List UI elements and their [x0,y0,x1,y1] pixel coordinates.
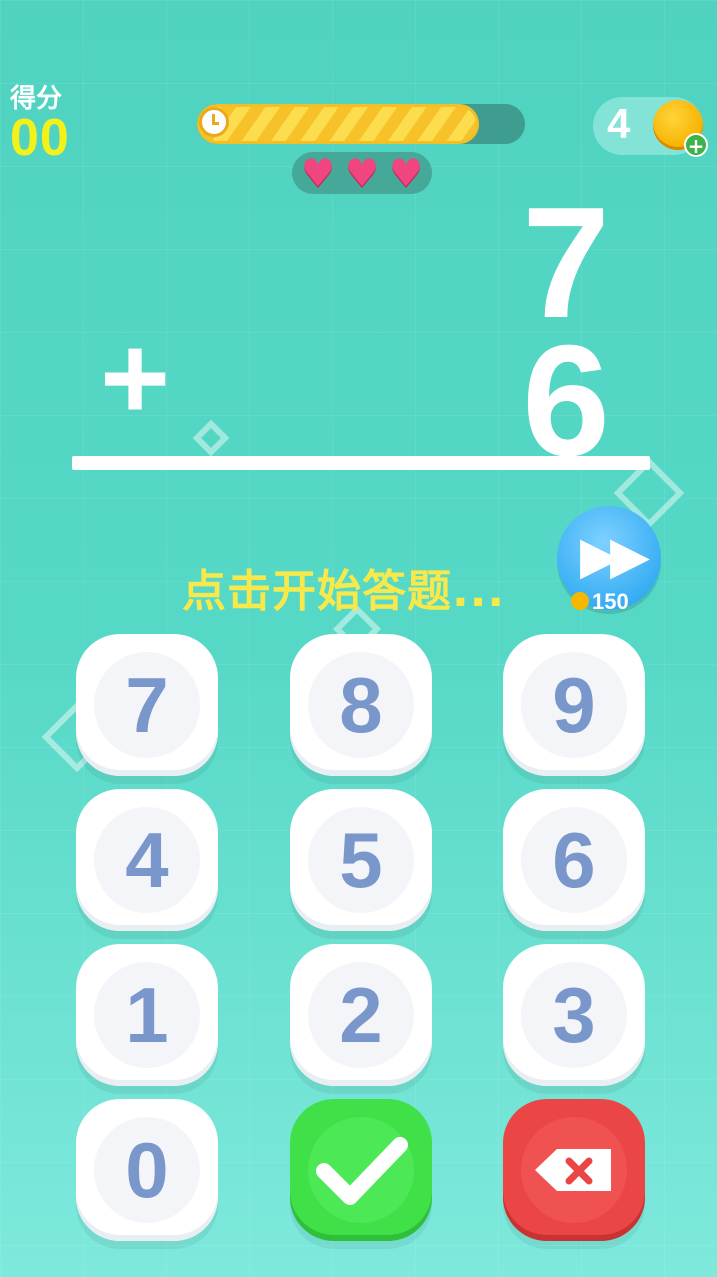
timer-bar [197,104,525,144]
key-label: 0 [125,1126,169,1214]
key-0[interactable]: 0 [76,1099,218,1241]
operator: + [100,311,171,445]
key-8[interactable]: 8 [290,634,432,776]
key-2[interactable]: 2 [290,944,432,1086]
fast-forward-icon: ▶▶ [580,526,650,586]
key-label: 8 [339,661,383,749]
timer-fill [197,104,480,144]
start-prompt[interactable]: 点击开始答题... [182,555,505,619]
equation-divider [72,456,650,470]
key-9[interactable]: 9 [503,634,645,776]
key-label: 4 [125,816,169,904]
key-label: 7 [125,661,169,749]
key-label: 9 [552,661,596,749]
delete-button[interactable] [503,1099,645,1241]
key-label: 2 [339,971,383,1059]
score-value: 00 [10,109,70,167]
key-label: 1 [125,971,169,1059]
heart-icon: ♥ [300,151,336,195]
key-3[interactable]: 3 [503,944,645,1086]
key-5[interactable]: 5 [290,789,432,931]
key-label: 6 [552,816,596,904]
check-icon [316,1137,408,1205]
coin-count: 4 [607,100,631,147]
confirm-button[interactable] [290,1099,432,1241]
skip-cost: 150 [592,589,629,614]
heart-icon: ♥ [344,151,380,195]
coin-icon [571,592,589,610]
key-label: 5 [339,816,383,904]
decor-diamond [192,419,230,457]
clock-icon [199,107,229,137]
key-6[interactable]: 6 [503,789,645,931]
key-4[interactable]: 4 [76,789,218,931]
add-coins-icon[interactable]: + [684,133,708,157]
backspace-icon [535,1149,611,1191]
key-1[interactable]: 1 [76,944,218,1086]
key-7[interactable]: 7 [76,634,218,776]
key-label: 3 [552,971,596,1059]
